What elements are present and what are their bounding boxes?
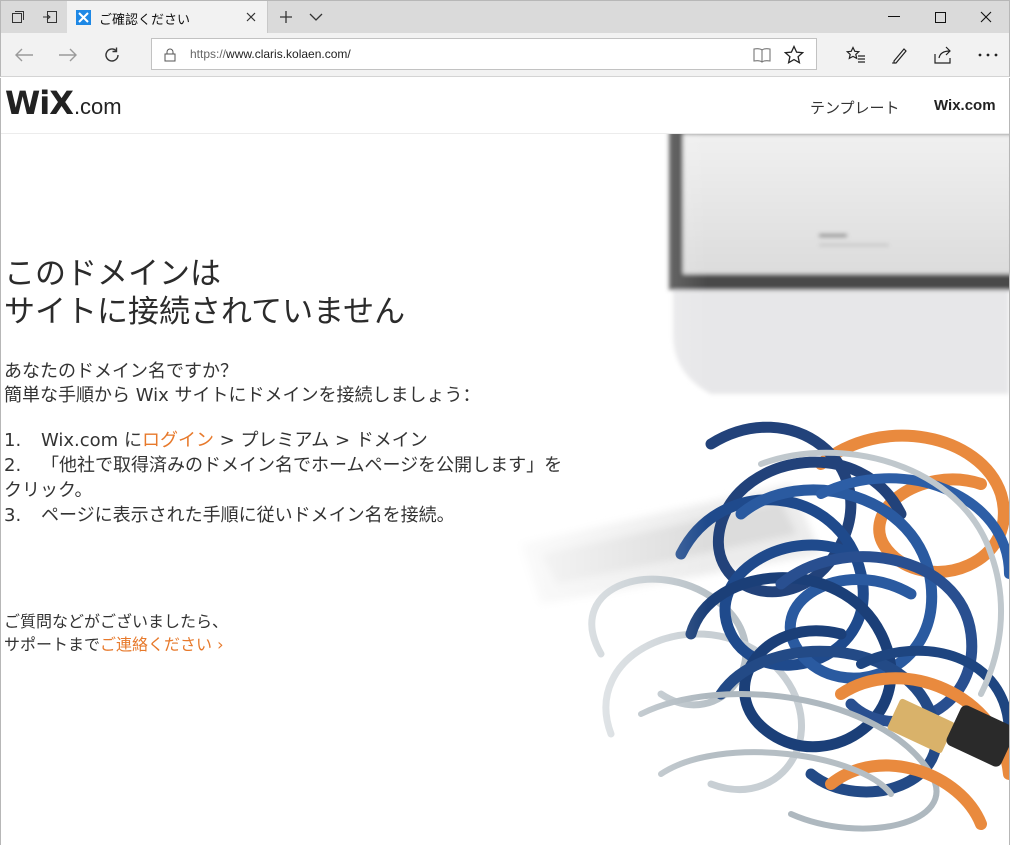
pen-notes-icon[interactable] [883, 38, 917, 72]
new-tab-icon[interactable] [271, 1, 301, 33]
nav-wix-link[interactable]: Wix.com [934, 97, 996, 114]
chevron-down-icon[interactable] [301, 1, 331, 33]
headline-line-1: このドメインは [4, 256, 221, 292]
page-headline: このドメインは サイトに接続されていません [4, 255, 484, 331]
browser-tab-bar: ご確認ください [0, 0, 1010, 34]
wix-logo[interactable]: WiX .com [5, 84, 122, 122]
step-number: 2. [4, 455, 22, 476]
list-item-continuation: クリック。 [4, 478, 654, 503]
site-header: WiX .com テンプレート Wix.com [1, 78, 1009, 134]
step-2-text: 「他社で取得済みのドメイン名でホームページを公開します」を [41, 455, 563, 476]
address-bar[interactable]: https://www.claris.kolaen.com/ [151, 38, 817, 70]
reading-view-icon[interactable] [750, 43, 774, 67]
list-item: 1. Wix.com にログイン > プレミアム > ドメイン [4, 428, 654, 453]
step-1-path: > プレミアム > ドメイン [213, 430, 428, 451]
headline-line-2: サイトに接続されていません [4, 294, 406, 330]
step-number: 1. [4, 430, 22, 451]
browser-nav-bar: https://www.claris.kolaen.com/ [0, 33, 1010, 77]
close-window-icon[interactable] [963, 1, 1009, 33]
lock-icon [164, 47, 176, 66]
tab-title: ご確認ください [99, 13, 191, 28]
contact-line-2: サポートまで [4, 635, 101, 654]
set-tabs-aside-icon[interactable] [35, 1, 65, 33]
maximize-icon[interactable] [917, 1, 963, 33]
url-prefix: https:// [190, 47, 227, 61]
domain-question: あなたのドメイン名ですか？ [4, 361, 238, 382]
list-item: 3. ページに表示された手順に従いドメイン名を接続。 [4, 503, 654, 528]
step-2-continuation: クリック。 [4, 480, 93, 501]
contact-line-1: ご質問などがございましたら、 [4, 612, 229, 631]
contact-section: ご質問などがございましたら、 サポートまでご連絡ください › [4, 610, 228, 656]
more-options-icon[interactable] [971, 38, 1005, 72]
wix-favicon-icon [76, 10, 91, 25]
list-item: 2. 「他社で取得済みのドメイン名でホームページを公開します」を [4, 453, 654, 478]
minimize-icon[interactable] [871, 1, 917, 33]
favorites-hub-icon[interactable] [839, 38, 873, 72]
nav-templates-link[interactable]: テンプレート [810, 97, 900, 118]
back-arrow-icon[interactable] [7, 38, 41, 72]
web-page: WiX .com テンプレート Wix.com このドメインは サイトに接続され… [0, 78, 1010, 845]
connect-instruction: 簡単な手順から Wix サイトにドメインを接続しましょう： [4, 385, 481, 406]
step-1-text: Wix.com に [41, 430, 142, 451]
login-link[interactable]: ログイン [142, 430, 214, 451]
url-host: www.claris.kolaen.com/ [226, 47, 351, 61]
steps-list: 1. Wix.com にログイン > プレミアム > ドメイン 2. 「他社で取… [4, 428, 654, 528]
step-3-text: ページに表示された手順に従いドメイン名を接続。 [41, 505, 455, 526]
share-icon[interactable] [926, 38, 960, 72]
forward-arrow-icon[interactable] [51, 38, 85, 72]
step-number: 3. [4, 505, 22, 526]
contact-support-link[interactable]: ご連絡ください › [100, 635, 224, 654]
tab-close-icon[interactable] [239, 5, 263, 29]
logo-com-text: .com [73, 94, 122, 119]
active-tab[interactable]: ご確認ください [67, 1, 268, 34]
favorite-star-icon[interactable] [782, 43, 806, 67]
url-text: https://www.claris.kolaen.com/ [190, 47, 351, 61]
tab-preview-icon[interactable] [3, 1, 33, 33]
refresh-icon[interactable] [95, 38, 129, 72]
logo-wix-text: WiX [5, 84, 74, 122]
